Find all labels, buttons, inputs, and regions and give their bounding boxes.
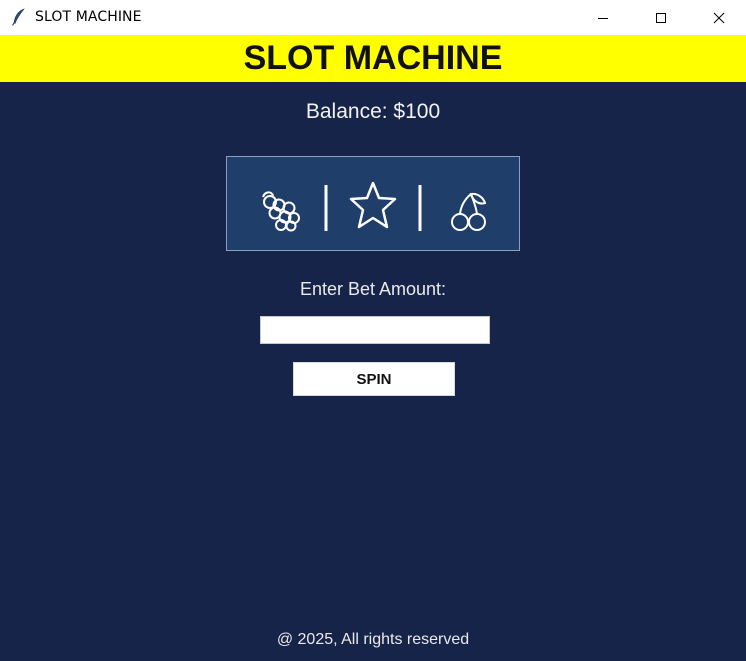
- cherry-icon: [451, 192, 487, 231]
- spin-button[interactable]: SPIN: [293, 362, 455, 396]
- minimize-button[interactable]: [580, 0, 626, 35]
- bet-amount-input[interactable]: [260, 316, 490, 344]
- feather-icon: [11, 8, 27, 26]
- banner-title: SLOT MACHINE: [0, 35, 746, 82]
- window-title: SLOT MACHINE: [35, 9, 142, 25]
- slot-reels-display: [226, 156, 520, 251]
- bet-amount-label: Enter Bet Amount:: [299, 279, 447, 299]
- window-titlebar: SLOT MACHINE: [0, 0, 746, 35]
- close-button[interactable]: [696, 0, 742, 35]
- close-icon: [713, 12, 725, 24]
- star-icon: [349, 181, 397, 229]
- footer-copyright: @ 2025, All rights reserved: [276, 631, 470, 648]
- balance-label: Balance: $100: [305, 100, 441, 123]
- maximize-button[interactable]: [638, 0, 684, 35]
- grapes-icon: [262, 191, 300, 232]
- minimize-icon: [597, 12, 609, 24]
- maximize-icon: [655, 12, 667, 24]
